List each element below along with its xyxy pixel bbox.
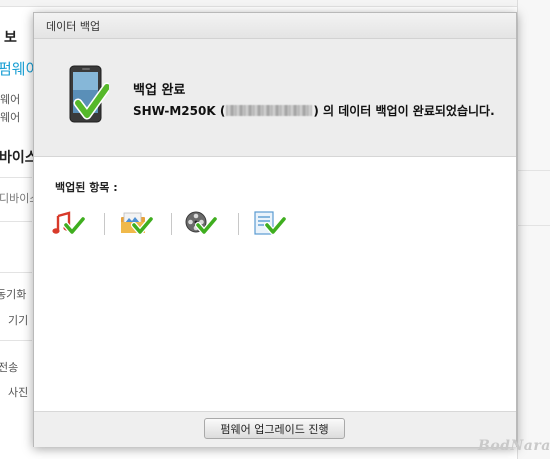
background-right-panel <box>517 0 550 459</box>
firmware-upgrade-button[interactable]: 펌웨어 업그레이드 진행 <box>204 418 345 439</box>
music-note-icon <box>52 211 86 235</box>
device-model: SHW-M250K <box>133 104 216 118</box>
bg-text-device-sub: 기기 <box>8 314 29 327</box>
status-message-text: ) 의 데이터 백업이 완료되었습니다. <box>313 104 495 118</box>
message-open-paren: ( <box>219 104 226 118</box>
phone-check-icon <box>69 65 109 123</box>
dialog-title: 데이터 백업 <box>46 20 101 33</box>
watermark-logo: BodNara <box>478 438 550 454</box>
photo-folder-icon <box>121 212 154 235</box>
status-message: SHW-M250K ( ) 의 데이터 백업이 완료되었습니다. <box>133 102 495 119</box>
bg-divider <box>0 340 32 341</box>
bg-text-transfer: 전송 <box>0 361 19 374</box>
bg-text-firmware-2: 웨어 <box>0 111 21 124</box>
bg-text-sync: 동기화 <box>0 288 27 301</box>
status-area: 백업 완료 SHW-M250K ( ) 의 데이터 백업이 완료되었습니다. <box>34 39 516 157</box>
item-separator <box>104 213 105 235</box>
status-title: 백업 완료 <box>133 83 186 98</box>
bg-text-photo: 사진 <box>8 386 29 399</box>
film-reel-icon <box>185 211 218 235</box>
bg-divider <box>517 170 550 171</box>
background-top-bar <box>0 0 550 7</box>
bg-text-firmware-1: 웨어 <box>0 93 21 106</box>
bg-divider <box>0 272 32 273</box>
backed-up-items-label: 백업된 항목 : <box>55 181 118 194</box>
bg-heading-info: 보 <box>4 30 17 46</box>
item-separator <box>171 213 172 235</box>
bg-heading-device: 바이스 <box>0 150 38 166</box>
dialog-footer: 펌웨어 업그레이드 진행 <box>34 411 516 447</box>
item-separator <box>238 213 239 235</box>
backup-dialog: 데이터 백업 백업 완료 SHW-M250K ( ) 의 데이터 백업이 완료되었… <box>33 12 517 447</box>
bg-divider <box>0 177 32 178</box>
dialog-titlebar[interactable]: 데이터 백업 <box>34 13 516 39</box>
bg-divider <box>0 221 32 222</box>
bg-divider <box>517 225 550 226</box>
redacted-serial <box>226 105 313 116</box>
document-icon <box>254 211 287 235</box>
